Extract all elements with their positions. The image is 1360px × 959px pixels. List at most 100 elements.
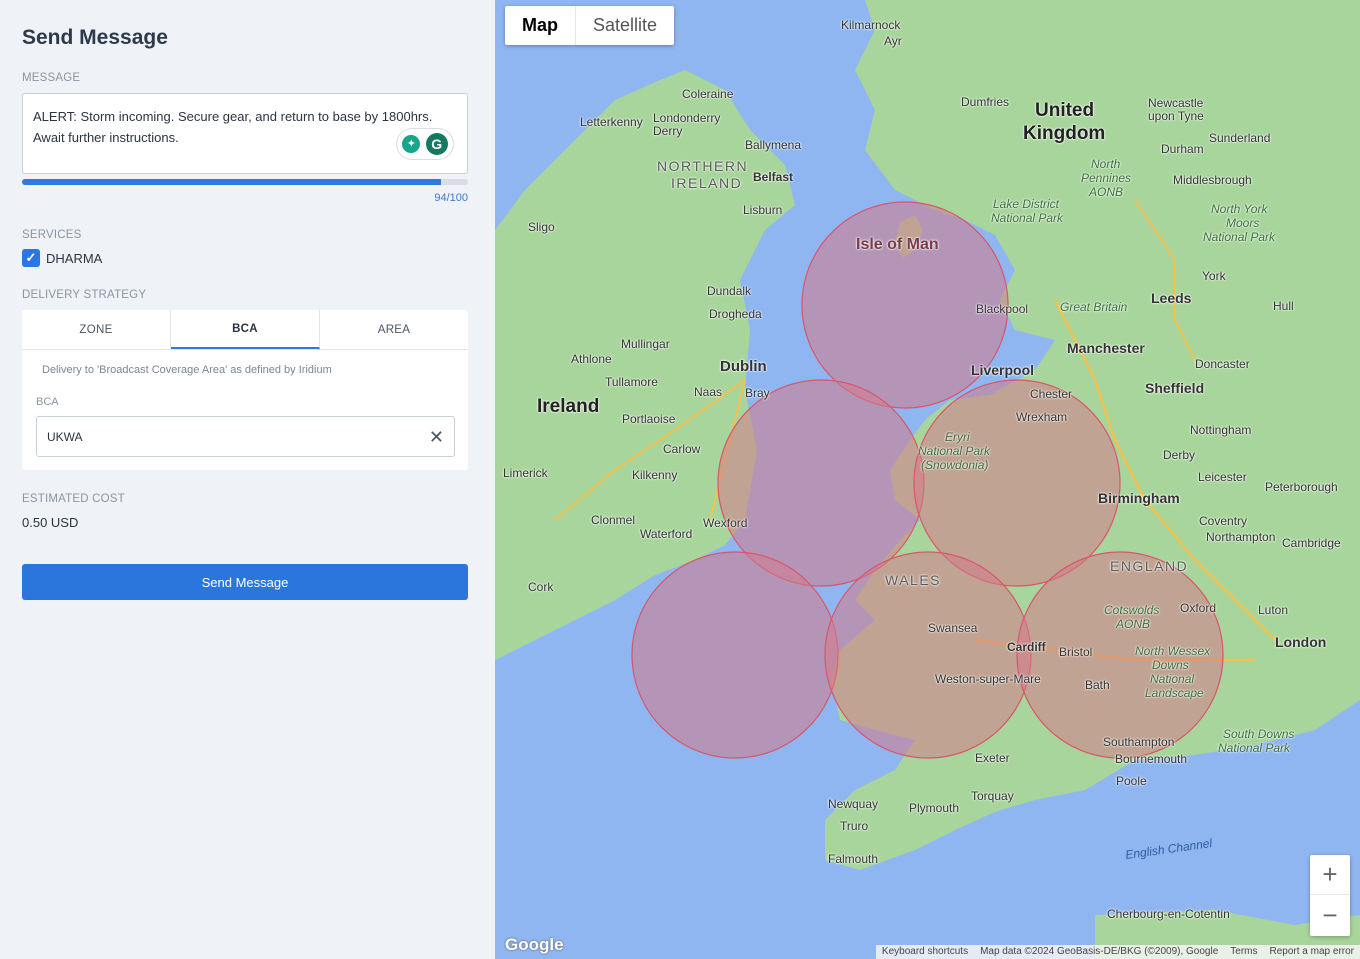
map-label: Chester	[1030, 387, 1073, 401]
map-label: Sheffield	[1145, 380, 1205, 396]
checkbox-checked-icon[interactable]: ✓	[22, 249, 40, 267]
map-label: Naas	[694, 385, 723, 399]
map-label: Liverpool	[971, 362, 1035, 378]
zoom-in-button[interactable]: +	[1310, 855, 1350, 895]
bca-value: UKWA	[47, 429, 83, 444]
map-label: IRELAND	[671, 175, 743, 191]
map-label: Northampton	[1206, 530, 1276, 544]
map-label: National	[1150, 672, 1195, 686]
zoom-out-button[interactable]: −	[1310, 895, 1350, 935]
tab-bca[interactable]: BCA	[171, 310, 320, 349]
map-label: Tullamore	[605, 375, 658, 389]
map-label: Athlone	[571, 352, 612, 366]
map-label: Dumfries	[961, 95, 1010, 109]
map-label: Truro	[840, 819, 869, 833]
map-label: Carlow	[663, 442, 701, 456]
map-label: Leeds	[1151, 290, 1192, 306]
bca-select[interactable]: UKWA ✕	[36, 416, 455, 457]
map-label: AONB	[1089, 185, 1124, 199]
map-label: Blackpool	[976, 302, 1029, 316]
keyboard-shortcuts-link[interactable]: Keyboard shortcuts	[876, 945, 974, 959]
map-label: Derry	[653, 124, 683, 138]
map-label: Doncaster	[1195, 357, 1250, 371]
map-label: Cardiff	[1007, 640, 1046, 654]
services-label: SERVICES	[22, 229, 82, 241]
terms-link[interactable]: Terms	[1224, 945, 1263, 959]
page-title: Send Message	[22, 26, 168, 49]
map-label: Eryri	[945, 430, 970, 444]
estimated-cost-value: 0.50 USD	[22, 515, 79, 530]
map-label: North Wessex	[1135, 644, 1211, 658]
map-label: Sligo	[528, 220, 555, 234]
character-counter: 94/100	[434, 192, 468, 204]
map-label: Durham	[1161, 142, 1204, 156]
map-label: Bath	[1085, 678, 1110, 692]
map-label: Coleraine	[682, 87, 734, 101]
map-label: Belfast	[753, 170, 794, 184]
strategy-tabs: ZONE BCA AREA	[22, 310, 468, 350]
service-dharma[interactable]: ✓ DHARMA	[22, 249, 102, 267]
map-label: Wrexham	[1016, 410, 1068, 424]
map-label: North	[1091, 157, 1121, 171]
report-error-link[interactable]: Report a map error	[1264, 945, 1360, 959]
map-label: United	[1035, 100, 1095, 121]
map-label: Bournemouth	[1115, 752, 1188, 766]
map-label: Birmingham	[1098, 490, 1180, 506]
map-label: Portlaoise	[622, 412, 676, 426]
map-type-map-button[interactable]: Map	[505, 6, 576, 45]
map-label: Middlesbrough	[1173, 173, 1252, 187]
map-label: Nottingham	[1190, 423, 1252, 437]
map-label: Cotswolds	[1104, 603, 1160, 617]
map-label: Falmouth	[828, 852, 879, 866]
map-label: Newquay	[828, 797, 879, 811]
map-attribution: Keyboard shortcuts Map data ©2024 GeoBas…	[875, 945, 1360, 959]
character-progress-fill	[22, 179, 442, 185]
map-label: Manchester	[1067, 340, 1145, 356]
map-label: Torquay	[971, 789, 1014, 803]
map-type-control: Map Satellite	[505, 6, 675, 45]
map-data-text: Map data ©2024 GeoBasis-DE/BKG (©2009), …	[980, 946, 1219, 957]
map-label: Swansea	[928, 621, 978, 635]
map-type-satellite-button[interactable]: Satellite	[576, 6, 674, 45]
map-label: National Park	[991, 211, 1064, 225]
map-label: Dundalk	[707, 284, 752, 298]
map-label: NORTHERN	[657, 158, 749, 174]
map-label: North York	[1211, 202, 1268, 216]
map-label: Exeter	[975, 751, 1010, 765]
map-label: Hull	[1273, 299, 1294, 313]
map-label: Weston-super-Mare	[935, 672, 1041, 686]
grammarly-widget[interactable]: ✦ G	[397, 129, 453, 159]
tab-zone[interactable]: ZONE	[22, 310, 171, 349]
map-label: South Downs	[1223, 727, 1295, 741]
map-label: Waterford	[640, 527, 693, 541]
send-message-button[interactable]: Send Message	[22, 564, 468, 600]
google-logo[interactable]: Google	[505, 935, 564, 955]
message-text: ALERT: Storm incoming. Secure gear, and …	[33, 109, 433, 145]
map-label: Cork	[528, 580, 554, 594]
map-label: National Park	[1203, 230, 1276, 244]
map-label: Great Britain	[1060, 300, 1128, 314]
map-label: Ballymena	[745, 138, 802, 152]
zoom-control: + −	[1310, 855, 1350, 936]
map-label: York	[1202, 269, 1226, 283]
close-icon[interactable]: ✕	[429, 428, 444, 446]
map-label: London	[1275, 634, 1327, 650]
map-view[interactable]: United Kingdom Ireland NORTHERN IRELAND …	[495, 0, 1360, 959]
delivery-strategy-card: ZONE BCA AREA Delivery to 'Broadcast Cov…	[22, 310, 468, 470]
tab-area[interactable]: AREA	[320, 310, 468, 349]
map-label: Luton	[1258, 603, 1289, 617]
map-label: Leicester	[1198, 470, 1247, 484]
strategy-description: Delivery to 'Broadcast Coverage Area' as…	[42, 364, 332, 376]
lightbulb-icon[interactable]: ✦	[402, 135, 421, 153]
grammarly-icon[interactable]: G	[425, 133, 448, 155]
map-label: AONB	[1116, 617, 1151, 631]
map-label: Oxford	[1180, 601, 1217, 615]
map-label: Limerick	[503, 466, 548, 480]
map-label: Moors	[1226, 216, 1260, 230]
map-label: Wexford	[703, 516, 748, 530]
map-label: Kingdom	[1023, 123, 1106, 144]
map-label: Southampton	[1103, 735, 1175, 749]
map-label: WALES	[885, 572, 941, 588]
map-label: National Park	[1218, 741, 1291, 755]
message-textarea[interactable]: ALERT: Storm incoming. Secure gear, and …	[22, 93, 468, 174]
